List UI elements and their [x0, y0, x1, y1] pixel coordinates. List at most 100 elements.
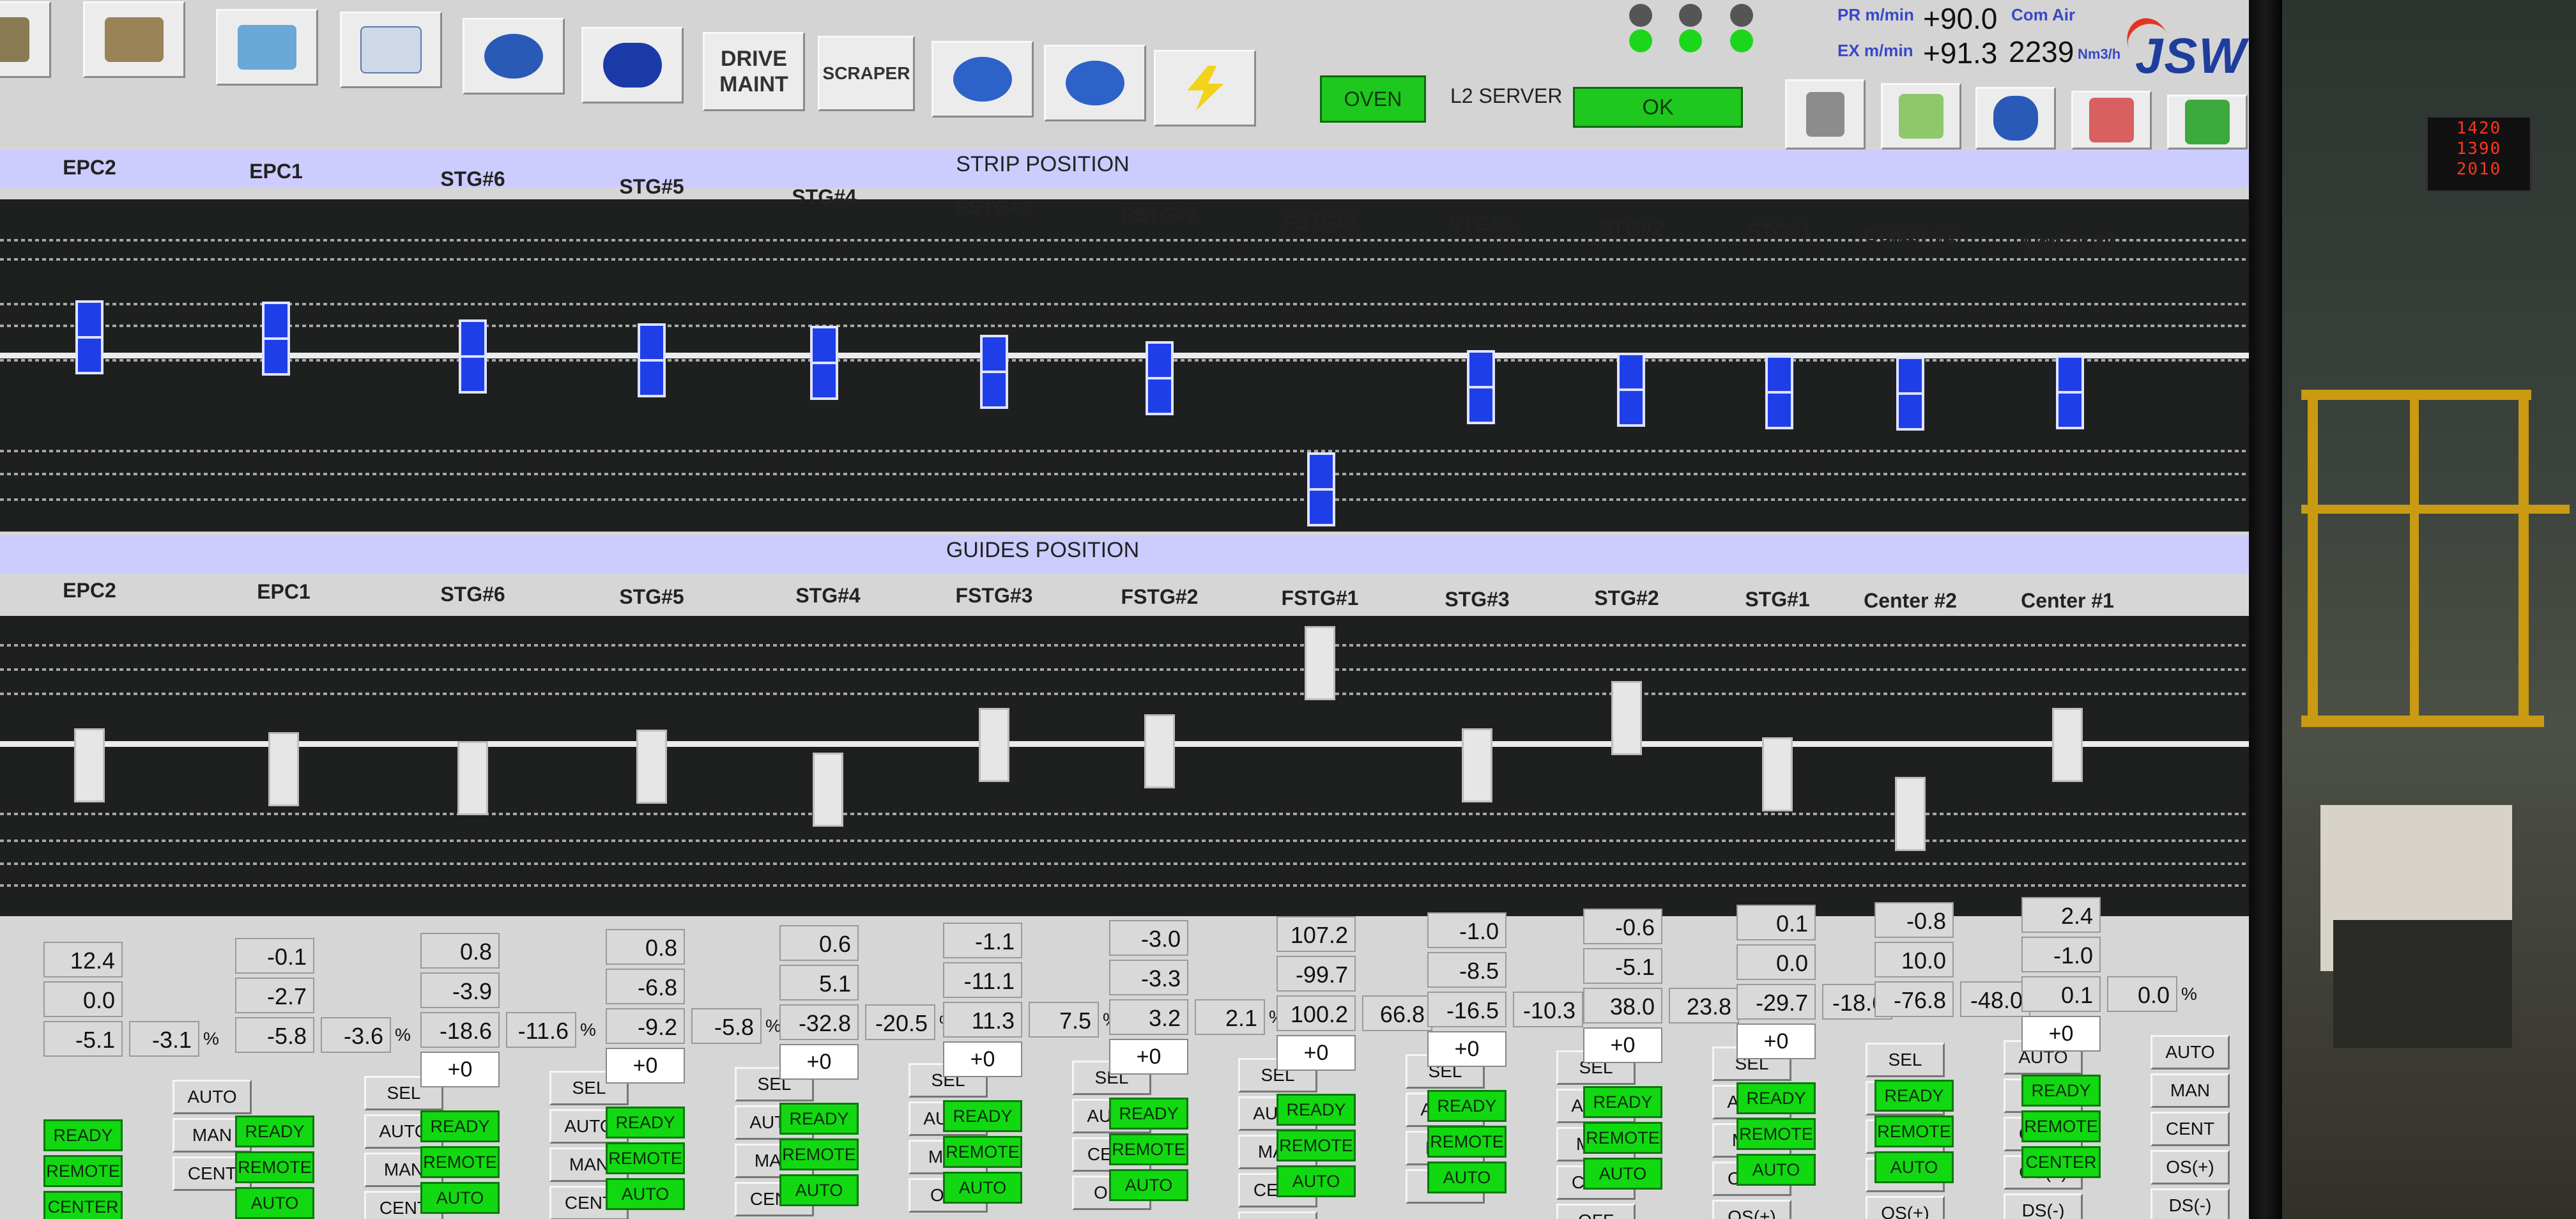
power-button[interactable]	[1154, 50, 1256, 126]
offset-input[interactable]: +0	[1109, 1039, 1188, 1075]
station-percent-value: -48.0	[1960, 981, 2030, 1017]
station-value-top: -0.6	[1583, 908, 1662, 944]
furnace-icon	[2089, 98, 2134, 142]
guide-position-marker	[813, 753, 843, 827]
indicator-lamp	[1679, 29, 1702, 52]
press-button[interactable]	[0, 1, 51, 78]
offset-input[interactable]: +0	[943, 1041, 1022, 1077]
offset-input[interactable]: +0	[606, 1048, 685, 1084]
station-value-mid: -3.9	[420, 972, 500, 1008]
station-value-mid: -6.8	[606, 969, 685, 1004]
station-value-top: 0.8	[606, 929, 685, 965]
offset-input[interactable]: +0	[2021, 1016, 2101, 1052]
station-value-top: 2.4	[2021, 897, 2101, 933]
offset-input[interactable]: +0	[1583, 1027, 1662, 1063]
station-percent-value: -3.6	[321, 1017, 391, 1053]
exit-button[interactable]	[2167, 95, 2248, 150]
drive-maint-button[interactable]: DRIVE MAINT	[703, 32, 805, 111]
status-auto: AUTO	[1109, 1169, 1188, 1201]
station-percent-value: 0.0	[2107, 976, 2177, 1012]
oven-status[interactable]: OVEN	[1320, 75, 1426, 123]
com-air-value: 2239	[2009, 35, 2074, 68]
offset-input[interactable]: +0	[420, 1052, 500, 1087]
bridle-roll-icon	[1993, 96, 2038, 141]
status-ready: READY	[2021, 1075, 2101, 1107]
ex-speed-value: +91.3	[1923, 36, 1998, 70]
scraper-button[interactable]: SCRAPER	[818, 36, 915, 111]
station-percent-value: -11.6	[506, 1012, 576, 1048]
strip-position-marker	[1467, 350, 1495, 424]
press-icon	[0, 17, 29, 62]
offset-input[interactable]: +0	[779, 1044, 859, 1080]
strip-position-marker	[638, 323, 666, 397]
percent-symbol: %	[2181, 984, 2197, 1004]
guide-position-marker	[2052, 708, 2083, 782]
station-value-bottom: -29.7	[1736, 984, 1816, 1020]
status-remote: REMOTE	[1874, 1116, 1954, 1147]
roll-button[interactable]	[83, 1, 185, 78]
mode-off-button[interactable]: OFF	[1238, 1211, 1317, 1219]
indicator-lamp	[1629, 4, 1652, 27]
guide-position-marker	[1611, 681, 1642, 755]
status-remote: REMOTE	[1109, 1133, 1188, 1165]
mode-auto-button[interactable]: AUTO	[2150, 1035, 2230, 1070]
photo-scene: 1420 1390 2010 DRIVE MAINT SCRAPER OVEN L…	[0, 0, 2576, 1219]
station-value-mid: -5.1	[1583, 948, 1662, 984]
table-button[interactable]	[340, 12, 442, 88]
operator-button[interactable]	[216, 9, 318, 86]
offset-input[interactable]: +0	[1736, 1023, 1816, 1059]
mode-man-button[interactable]: MAN	[2150, 1073, 2230, 1108]
offset-input[interactable]: +0	[1276, 1035, 1356, 1071]
status-center: CENTER	[43, 1191, 123, 1219]
station-value-top: 0.1	[1736, 905, 1816, 940]
furnace-button[interactable]	[2071, 91, 2152, 150]
mode-off-button[interactable]: OFF	[1556, 1204, 1636, 1219]
bridle-icon	[484, 34, 543, 79]
guide-label-11: Center #2	[1864, 589, 1957, 612]
strip-position-marker	[262, 302, 290, 376]
station-value-mid: -8.5	[1427, 952, 1506, 988]
jsw-logo: JSW	[2135, 27, 2248, 84]
led-line-1: 1420	[2456, 119, 2502, 138]
station-value-top: 0.6	[779, 925, 859, 961]
mode-auto-button[interactable]: AUTO	[172, 1080, 252, 1114]
guides-position-track	[0, 616, 2249, 916]
station-value-bottom: 11.3	[943, 1002, 1022, 1038]
percent-symbol: %	[203, 1029, 219, 1048]
mode-cent-button[interactable]: CENT	[2150, 1112, 2230, 1146]
pr-speed-value: +90.0	[1923, 2, 1998, 35]
guide-position-marker	[1305, 626, 1335, 700]
mode-os-button[interactable]: OS(+)	[1866, 1196, 1945, 1219]
mode-os-button[interactable]: OS(+)	[2150, 1150, 2230, 1184]
bridle-roll-button[interactable]	[1975, 87, 2056, 150]
led-line-3: 2010	[2456, 160, 2502, 179]
offset-input[interactable]: +0	[1427, 1031, 1506, 1067]
toolbar: DRIVE MAINT SCRAPER OVEN L2 SERVER OK PR …	[0, 0, 2249, 150]
pump-button[interactable]	[1785, 79, 1866, 150]
rolls-button[interactable]	[581, 27, 684, 103]
fan-button-2[interactable]	[1044, 45, 1146, 121]
indicator-lamp	[1629, 29, 1652, 52]
guides-position-title: GUIDES POSITION	[946, 538, 1140, 562]
strip-label-8: STG#3	[1448, 212, 1514, 235]
station-value-mid: -3.3	[1109, 960, 1188, 995]
guide-label-5: FSTG#3	[955, 584, 1033, 607]
status-remote: REMOTE	[779, 1138, 859, 1170]
fan-icon	[1066, 61, 1124, 105]
guide-position-marker	[979, 708, 1009, 782]
station-value-top: 0.8	[420, 933, 500, 969]
strip-position-marker	[1146, 341, 1174, 415]
mode-sel-button[interactable]: SEL	[1866, 1043, 1945, 1077]
station-percent-value: -5.8	[691, 1008, 762, 1044]
com-air-unit: Nm3/h	[2078, 46, 2121, 62]
station-value-bottom: -9.2	[606, 1008, 685, 1044]
station-value-bottom: -32.8	[779, 1004, 859, 1040]
mode-ds-button[interactable]: DS(-)	[2004, 1193, 2083, 1219]
status-remote: REMOTE	[1427, 1126, 1506, 1158]
bridle-button[interactable]	[463, 18, 565, 95]
gauge-button[interactable]	[1881, 83, 1961, 150]
station-value-bottom: -18.6	[420, 1012, 500, 1048]
mode-os-button[interactable]: OS(+)	[1712, 1200, 1791, 1219]
mode-ds-button[interactable]: DS(-)	[2150, 1188, 2230, 1219]
fan-button-1[interactable]	[931, 41, 1034, 118]
